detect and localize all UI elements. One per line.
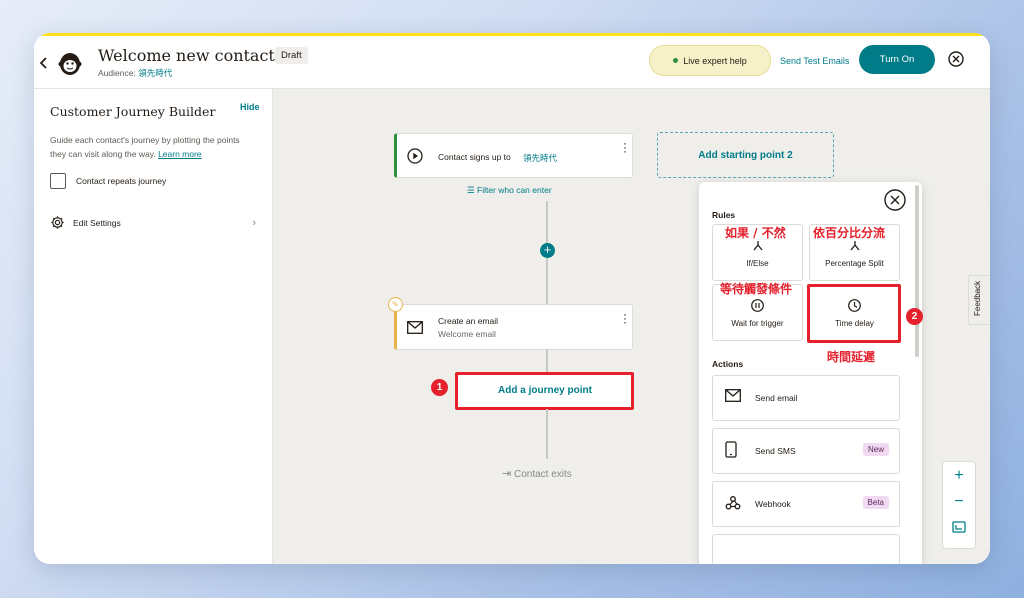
sidebar-description: Guide each contact's journey by plotting…	[50, 134, 250, 161]
rule-wait-for-trigger-label: Wait for trigger	[731, 319, 784, 328]
page-title: Welcome new contacts	[98, 46, 284, 65]
actions-heading: Actions	[712, 359, 744, 369]
feedback-tab[interactable]: Feedback	[968, 275, 990, 325]
email-title: Create an email	[438, 316, 499, 326]
edit-settings-row[interactable]: Edit Settings ›	[50, 215, 256, 231]
add-starting-point-label: Add starting point 2	[698, 150, 793, 161]
play-icon	[407, 148, 423, 164]
action-send-sms[interactable]: Send SMS New	[712, 428, 900, 474]
connector-line	[546, 201, 548, 243]
trigger-text: Contact signs up to	[438, 152, 511, 162]
repeat-journey-label: Contact repeats journey	[76, 176, 167, 186]
email-subtitle: Welcome email	[438, 329, 496, 339]
rules-heading: Rules	[712, 210, 736, 220]
email-more-icon[interactable]: · · ·	[623, 308, 627, 328]
annotation-percentage: 依百分比分流	[813, 226, 886, 240]
envelope-icon	[407, 321, 423, 334]
action-partial[interactable]	[712, 534, 900, 564]
panel-close-icon[interactable]	[884, 189, 906, 211]
rule-percentage-split-label: Percentage Split	[825, 259, 884, 268]
contact-exits-label: Contact exits	[514, 469, 572, 480]
app-window: Welcome new contacts Draft Audience: 領先時…	[34, 33, 990, 564]
feedback-label: Feedback	[973, 280, 982, 316]
envelope-icon	[725, 389, 741, 407]
highlight-box-1	[455, 372, 634, 410]
annotation-wait: 等待觸發條件	[720, 282, 793, 296]
email-node[interactable]: Create an email Welcome email · · ·	[394, 304, 633, 350]
trigger-audience[interactable]: 領先時代	[523, 152, 557, 164]
rule-if-else-label: If/Else	[746, 259, 769, 268]
highlight-box-2	[807, 284, 901, 343]
online-dot-icon	[673, 58, 679, 63]
edit-settings-label: Edit Settings	[73, 218, 121, 228]
close-icon[interactable]	[948, 51, 964, 67]
contact-exits: ⇥ Contact exits	[502, 467, 572, 480]
annotation-time-delay: 時間延遲	[827, 350, 876, 364]
live-help-label: Live expert help	[683, 55, 747, 66]
add-step-plus-icon[interactable]: +	[540, 243, 555, 258]
sidebar-description-text: Guide each contact's journey by plotting…	[50, 135, 240, 159]
edit-pencil-icon[interactable]: ✎	[388, 297, 403, 312]
add-step-panel: Rules If/Else Percentage Split Wait for …	[699, 182, 922, 564]
new-badge: New	[862, 443, 889, 456]
live-expert-help-button[interactable]: Live expert help	[649, 45, 771, 76]
connector-line	[546, 258, 548, 304]
action-webhook-label: Webhook	[755, 499, 791, 509]
back-chevron-icon[interactable]	[39, 56, 48, 72]
header: Welcome new contacts Draft Audience: 領先時…	[34, 36, 990, 89]
sidebar-title: Customer Journey Builder	[50, 104, 216, 119]
annotation-if-else: 如果 / 不然	[725, 226, 786, 240]
beta-badge: Beta	[862, 496, 889, 509]
branch-icon	[713, 239, 802, 257]
hide-sidebar-link[interactable]: Hide	[240, 102, 260, 112]
filter-icon: ☰	[467, 185, 475, 195]
phone-icon	[725, 441, 737, 463]
add-starting-point-button[interactable]: Add starting point 2	[657, 132, 834, 178]
send-test-emails-link[interactable]: Send Test Emails	[780, 56, 849, 66]
split-icon	[810, 239, 899, 257]
exit-icon: ⇥	[502, 468, 512, 480]
chevron-right-icon: ›	[252, 217, 256, 229]
step-badge-2: 2	[906, 308, 923, 325]
sidebar: Customer Journey Builder Hide Guide each…	[34, 89, 273, 564]
zoom-out-icon[interactable]: −	[943, 493, 975, 511]
webhook-icon	[725, 495, 741, 515]
action-send-email[interactable]: Send email	[712, 375, 900, 421]
action-send-email-label: Send email	[755, 393, 798, 403]
scrollbar[interactable]	[915, 185, 919, 357]
trigger-node[interactable]: Contact signs up to 領先時代 · · ·	[394, 133, 633, 178]
action-send-sms-label: Send SMS	[755, 446, 796, 456]
audience-line: Audience: 領先時代	[98, 67, 172, 79]
zoom-in-icon[interactable]: +	[943, 467, 975, 485]
mailchimp-logo-icon	[56, 49, 84, 77]
filter-link[interactable]: ☰ Filter who can enter	[467, 185, 552, 196]
fit-screen-icon[interactable]	[943, 520, 975, 538]
filter-label: Filter who can enter	[477, 185, 552, 195]
audience-label: Audience:	[98, 68, 136, 78]
status-badge: Draft	[275, 47, 308, 64]
action-webhook[interactable]: Webhook Beta	[712, 481, 900, 527]
zoom-controls: + −	[942, 461, 976, 549]
audience-link[interactable]: 領先時代	[138, 68, 172, 78]
connector-line	[546, 409, 548, 459]
learn-more-link[interactable]: Learn more	[158, 149, 201, 159]
pause-icon	[713, 299, 802, 317]
trigger-more-icon[interactable]: · · ·	[623, 137, 627, 157]
repeat-journey-checkbox[interactable]	[50, 173, 66, 189]
turn-on-button[interactable]: Turn On	[859, 45, 935, 74]
connector-line	[546, 349, 548, 373]
step-badge-1: 1	[431, 379, 448, 396]
gear-icon	[51, 216, 64, 229]
